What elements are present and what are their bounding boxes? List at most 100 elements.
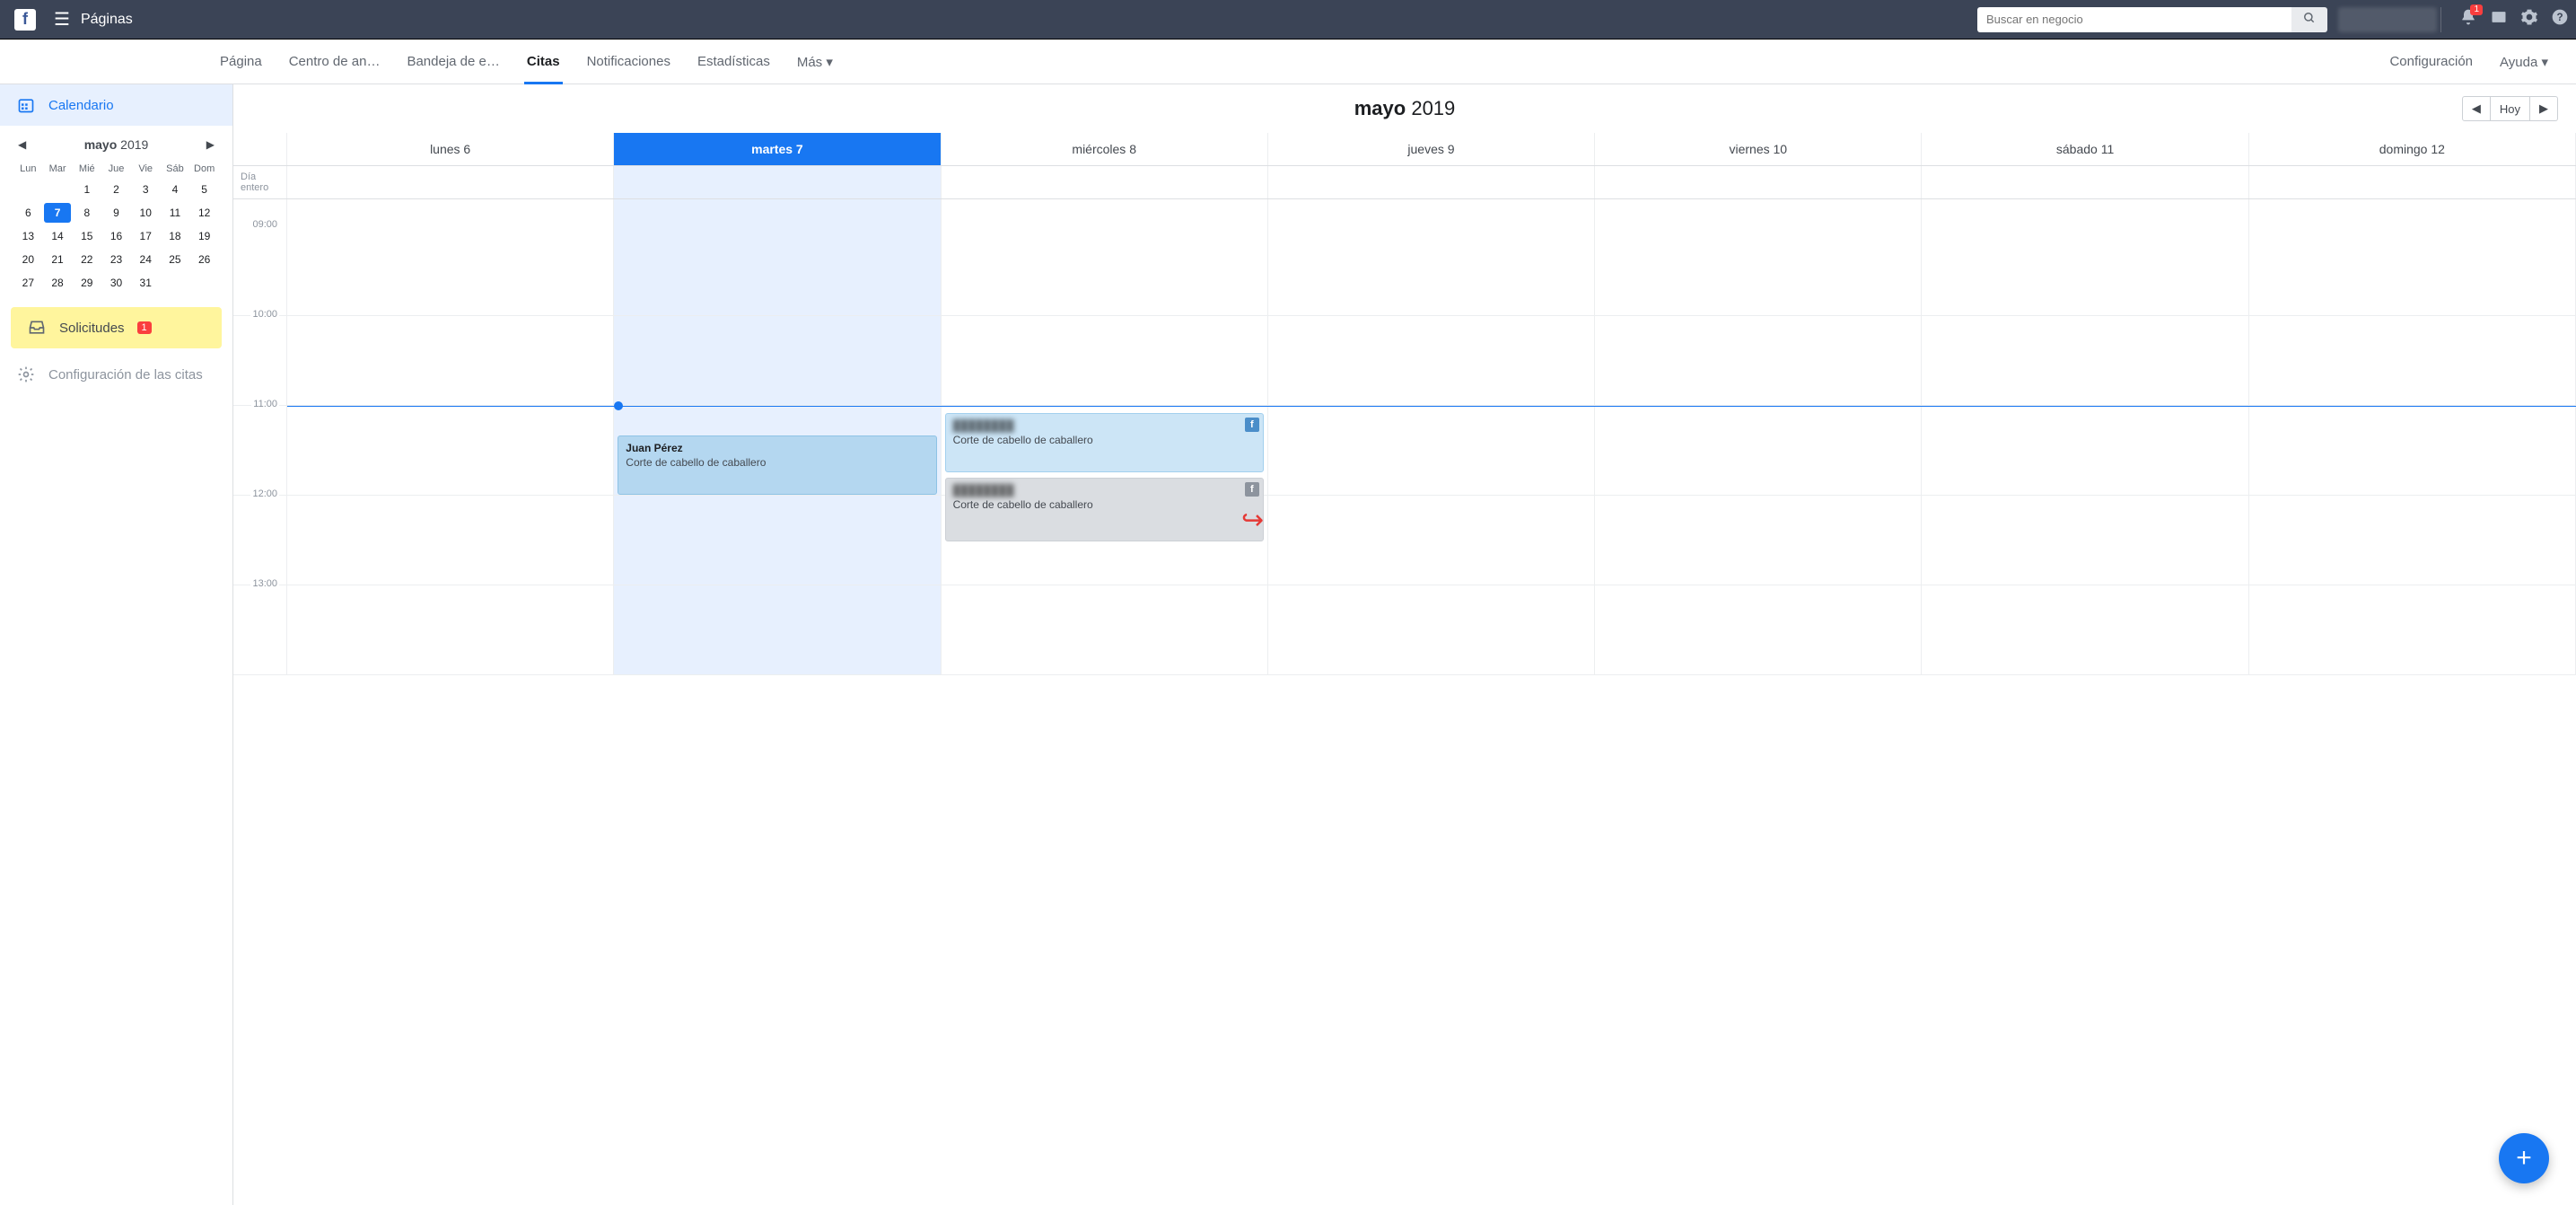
sidebar-item-requests[interactable]: Solicitudes 1 (11, 307, 222, 348)
calendar-icon (16, 95, 36, 115)
mini-cal-dow: Mié (73, 162, 101, 176)
gear-icon[interactable] (2520, 8, 2538, 31)
divider (2440, 7, 2441, 32)
cal-day-header: domingo 12 (2249, 133, 2576, 165)
cal-day-column[interactable] (1922, 199, 2248, 675)
mini-cal-day[interactable]: 8 (73, 203, 101, 223)
cal-prev-button[interactable]: ◀ (2462, 96, 2491, 121)
mini-cal-day[interactable]: 7 (44, 203, 72, 223)
mini-cal-title: mayo 2019 (84, 137, 149, 152)
cal-day-column[interactable]: Juan PérezCorte de cabello de caballero (614, 199, 941, 675)
mini-cal-day[interactable]: 2 (102, 180, 130, 199)
add-appointment-fab[interactable]: + (2499, 1133, 2549, 1183)
cal-day-header: miércoles 8 (942, 133, 1268, 165)
mini-cal-dow: Jue (102, 162, 130, 176)
profile-menu[interactable] (2338, 7, 2437, 32)
hour-label: 10:00 (250, 309, 279, 320)
sidebar-settings-label: Configuración de las citas (48, 367, 203, 383)
nav-tab-0[interactable]: Página (206, 40, 276, 84)
mini-cal-day[interactable]: 24 (132, 250, 160, 269)
mini-cal-dow: Lun (14, 162, 42, 176)
mini-cal-day[interactable]: 30 (102, 273, 130, 293)
event-title: ████████ (953, 419, 1256, 432)
search-input[interactable] (1977, 7, 2291, 32)
hour-label: 12:00 (250, 488, 279, 499)
mini-cal-day[interactable]: 29 (73, 273, 101, 293)
mini-cal-dow: Vie (132, 162, 160, 176)
mini-cal-day[interactable]: 22 (73, 250, 101, 269)
nav-tab-2[interactable]: Bandeja de e… (393, 40, 513, 84)
appointment-event[interactable]: Juan PérezCorte de cabello de caballero (618, 435, 936, 495)
mini-cal-day[interactable]: 17 (132, 226, 160, 246)
mini-cal-day[interactable]: 25 (162, 250, 189, 269)
facebook-logo[interactable]: f (14, 9, 36, 31)
nav-tab-3[interactable]: Citas (513, 40, 574, 84)
nav-tab-5[interactable]: Estadísticas (684, 40, 784, 84)
help-icon[interactable]: ? (2551, 8, 2569, 31)
mini-cal-day[interactable]: 18 (162, 226, 189, 246)
insights-icon[interactable] (2490, 8, 2508, 31)
nav-help[interactable]: Ayuda ▾ (2486, 40, 2562, 84)
cal-next-button[interactable]: ▶ (2530, 96, 2558, 121)
mini-cal-day[interactable]: 15 (73, 226, 101, 246)
cal-day-column[interactable] (2249, 199, 2576, 675)
notification-badge: 1 (2470, 4, 2483, 15)
cal-today-button[interactable]: Hoy (2491, 96, 2530, 121)
mini-cal-day[interactable]: 21 (44, 250, 72, 269)
nav-tab-1[interactable]: Centro de an… (276, 40, 394, 84)
mini-cal-day[interactable]: 5 (190, 180, 218, 199)
cal-day-header: lunes 6 (287, 133, 614, 165)
sidebar-item-calendar[interactable]: Calendario (0, 84, 232, 126)
search-button[interactable] (2291, 7, 2327, 32)
hamburger-icon[interactable]: ☰ (43, 8, 81, 31)
mini-cal-day[interactable]: 13 (14, 226, 42, 246)
mini-cal-dow: Mar (44, 162, 72, 176)
mini-cal-day[interactable]: 4 (162, 180, 189, 199)
cal-day-column[interactable]: ↩ (1268, 199, 1595, 675)
mini-cal-day[interactable]: 27 (14, 273, 42, 293)
mini-cal-day[interactable]: 23 (102, 250, 130, 269)
mini-cal-day[interactable]: 10 (132, 203, 160, 223)
mini-cal-day[interactable]: 16 (102, 226, 130, 246)
cal-day-column[interactable]: ████████Corte de cabello de caballerof██… (942, 199, 1268, 675)
mini-cal-day[interactable]: 12 (190, 203, 218, 223)
sidebar-calendar-label: Calendario (48, 98, 114, 113)
mini-cal-day[interactable]: 1 (73, 180, 101, 199)
mini-cal-day[interactable]: 31 (132, 273, 160, 293)
cal-day-header: martes 7 (614, 133, 941, 165)
cal-day-column[interactable] (287, 199, 614, 675)
requests-badge: 1 (137, 321, 152, 334)
nav-config[interactable]: Configuración (2376, 40, 2486, 84)
mini-cal-day[interactable]: 14 (44, 226, 72, 246)
mini-cal-day[interactable]: 3 (132, 180, 160, 199)
topbar: f ☰ Páginas 1 ? (0, 0, 2576, 40)
allday-label: Día entero (233, 166, 287, 198)
mini-cal-day[interactable]: 26 (190, 250, 218, 269)
hour-label: 13:00 (250, 578, 279, 589)
mini-cal-prev[interactable]: ◀ (14, 135, 30, 154)
event-title: ████████ (953, 484, 1256, 497)
mini-cal-day[interactable]: 20 (14, 250, 42, 269)
calendar-nav: ◀ Hoy ▶ (2462, 96, 2558, 121)
event-description: Corte de cabello de caballero (953, 434, 1256, 448)
mini-cal-day[interactable]: 19 (190, 226, 218, 246)
notifications-icon[interactable]: 1 (2459, 8, 2477, 31)
page-navbar: PáginaCentro de an…Bandeja de e…CitasNot… (0, 40, 2576, 84)
sidebar-item-settings[interactable]: Configuración de las citas (0, 354, 232, 395)
mini-cal-next[interactable]: ▶ (203, 135, 218, 154)
appointment-event[interactable]: ████████Corte de cabello de caballerof (945, 478, 1264, 541)
mini-cal-day[interactable]: 6 (14, 203, 42, 223)
mini-cal-day[interactable]: 11 (162, 203, 189, 223)
nav-tab-6[interactable]: Más ▾ (784, 40, 846, 84)
sidebar-requests-label: Solicitudes (59, 321, 125, 336)
cal-day-column[interactable] (1595, 199, 1922, 675)
event-title: Juan Pérez (626, 442, 928, 454)
facebook-icon: f (1245, 418, 1259, 432)
calendar-main: mayo 2019 ◀ Hoy ▶ lunes 6martes 7miércol… (233, 84, 2576, 1205)
nav-tab-4[interactable]: Notificaciones (574, 40, 684, 84)
cal-day-header: jueves 9 (1268, 133, 1595, 165)
mini-cal-day[interactable]: 28 (44, 273, 72, 293)
appointment-event[interactable]: ████████ Corte de cabello de caballero f (945, 413, 1264, 472)
gear-icon (16, 365, 36, 384)
mini-cal-day[interactable]: 9 (102, 203, 130, 223)
